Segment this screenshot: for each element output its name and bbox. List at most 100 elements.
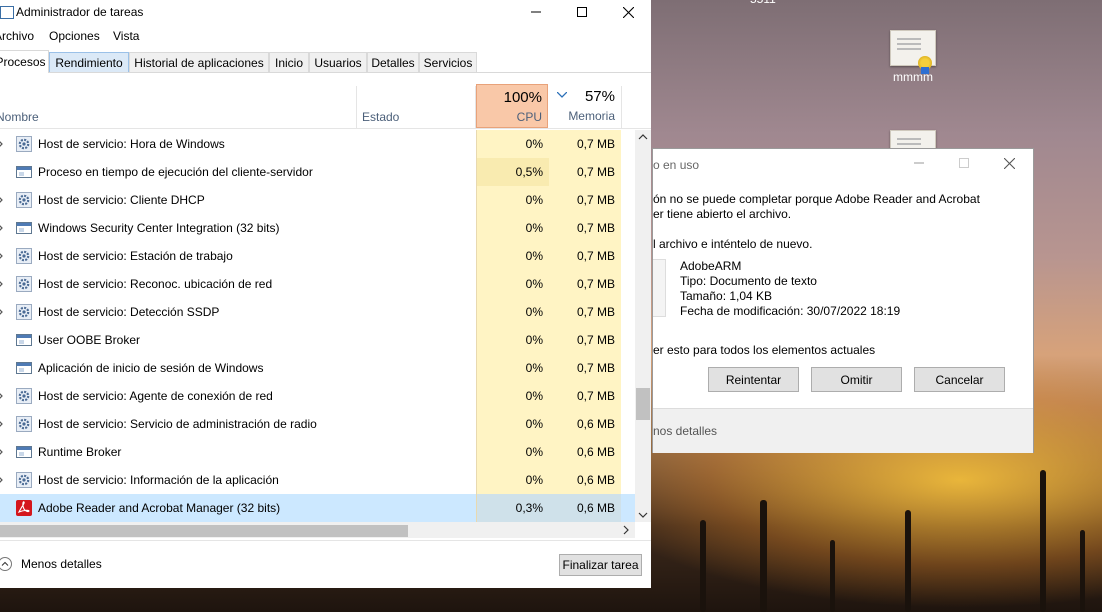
minimize-button[interactable] [513, 0, 559, 24]
scroll-right-icon [623, 525, 629, 535]
menu-archivo[interactable]: Archivo [0, 29, 34, 43]
expand-chevron-icon[interactable] [0, 195, 5, 205]
process-memory: 0,7 MB [576, 193, 615, 207]
less-details-toggle[interactable]: Menos detalles [0, 555, 110, 573]
close-button[interactable] [605, 0, 651, 24]
gear-icon [16, 136, 32, 152]
dialog-maximize-button[interactable] [941, 151, 987, 175]
minimize-icon [914, 162, 924, 164]
dialog-minimize-button[interactable] [896, 151, 942, 175]
process-row[interactable]: Host de servicio: Reconoc. ubicación de … [0, 270, 635, 298]
apply-all-checkbox-label[interactable]: er esto para todos los elementos actuale… [653, 343, 875, 357]
dialog-less-details[interactable]: nos detalles [653, 424, 717, 438]
process-row[interactable]: Host de servicio: Detección SSDP 0% 0,7 MB [0, 298, 635, 326]
process-row[interactable]: Windows Security Center Integration (32 … [0, 214, 635, 242]
process-row[interactable]: User OOBE Broker 0% 0,7 MB [0, 326, 635, 354]
horizontal-scrollbar[interactable] [0, 522, 635, 538]
window-title: Administrador de tareas [16, 5, 144, 19]
cancel-button[interactable]: Cancelar [914, 367, 1005, 392]
process-cpu-cell: 0,5% [476, 158, 549, 186]
expand-chevron-icon[interactable] [0, 419, 5, 429]
process-row[interactable]: Proceso en tiempo de ejecución del clien… [0, 158, 635, 186]
process-cpu: 0% [525, 417, 543, 431]
tab-servicios[interactable]: Servicios [419, 52, 477, 72]
process-name: Host de servicio: Hora de Windows [38, 137, 225, 151]
expand-chevron-icon[interactable] [0, 391, 5, 401]
expand-chevron-icon[interactable] [0, 139, 5, 149]
process-row[interactable]: Host de servicio: Hora de Windows 0% 0,7 M… [0, 130, 635, 158]
process-cpu-cell: 0% [476, 242, 549, 270]
dialog-close-button[interactable] [986, 151, 1032, 175]
process-row[interactable]: Host de servicio: Estación de trabajo 0% 0… [0, 242, 635, 270]
maximize-button[interactable] [559, 0, 605, 24]
skip-button[interactable]: Omitir [811, 367, 902, 392]
maximize-icon [959, 158, 969, 168]
vertical-scroll-thumb[interactable] [636, 388, 650, 420]
retry-button[interactable]: Reintentar [708, 367, 799, 392]
process-cpu: 0% [525, 137, 543, 151]
expand-chevron-icon[interactable] [0, 307, 5, 317]
scroll-down-icon [638, 512, 648, 518]
process-cpu: 0% [525, 249, 543, 263]
tab-strip: Procesos Rendimiento Historial de aplica… [0, 50, 651, 73]
process-memory-cell: 0,6 MB [549, 410, 621, 438]
dialog-instruction: l archivo e inténtelo de nuevo. [653, 237, 813, 251]
tab-inicio[interactable]: Inicio [269, 52, 309, 72]
expand-chevron-icon[interactable] [0, 447, 5, 457]
tab-procesos[interactable]: Procesos [0, 50, 49, 73]
process-cpu-cell: 0% [476, 354, 549, 382]
process-row[interactable]: Host de servicio: Cliente DHCP 0% 0,7 MB [0, 186, 635, 214]
collapse-arrow-icon [0, 557, 12, 571]
process-row[interactable]: Host de servicio: Servicio de administra… [0, 410, 635, 438]
process-cpu-cell: 0% [476, 466, 549, 494]
menu-vista[interactable]: Vista [113, 29, 139, 43]
expand-chevron-icon[interactable] [0, 223, 5, 233]
process-cpu: 0,5% [515, 165, 543, 179]
process-cpu-cell: 0% [476, 270, 549, 298]
column-header-row: Nombre Estado 100% CPU 57% Memoria [0, 84, 651, 129]
dialog-message-line2: er tiene abierto el archivo. [653, 207, 792, 221]
column-memory[interactable]: 57% Memoria [549, 84, 621, 128]
maximize-icon [577, 7, 587, 17]
horizontal-scroll-thumb[interactable] [0, 525, 408, 537]
process-row[interactable]: Host de servicio: Agente de conexión de … [0, 382, 635, 410]
process-row[interactable]: Host de servicio: Información de la apli… [0, 466, 635, 494]
tab-rendimiento[interactable]: Rendimiento [49, 52, 129, 72]
desktop-icon-mmmm[interactable]: mmmm [878, 30, 948, 84]
process-row[interactable]: Aplicación de inicio de sesión de Window… [0, 354, 635, 382]
expand-chevron-icon[interactable] [0, 279, 5, 289]
window-icon [16, 360, 32, 376]
cpu-total-percent: 100% [503, 89, 542, 106]
vertical-scrollbar[interactable] [635, 130, 651, 522]
process-cpu: 0% [525, 473, 543, 487]
process-cpu: 0% [525, 333, 543, 347]
process-memory: 0,7 MB [576, 361, 615, 375]
process-name: Windows Security Center Integration (32 … [38, 221, 280, 235]
expand-chevron-icon[interactable] [0, 475, 5, 485]
process-memory-cell: 0,7 MB [549, 186, 621, 214]
process-cpu: 0% [525, 277, 543, 291]
expand-chevron-icon[interactable] [0, 251, 5, 261]
tab-detalles[interactable]: Detalles [367, 52, 419, 72]
process-row[interactable]: Adobe Reader and Acrobat Manager (32 bit… [0, 494, 635, 522]
process-memory-cell: 0,7 MB [549, 354, 621, 382]
task-manager-window: Administrador de tareas Archivo Opciones… [0, 0, 651, 588]
process-memory-cell: 0,6 MB [549, 466, 621, 494]
dialog-title: o en uso [653, 158, 700, 172]
process-memory-cell: 0,7 MB [549, 214, 621, 242]
tab-historial[interactable]: Historial de aplicaciones [129, 52, 269, 72]
process-name: Proceso en tiempo de ejecución del clien… [38, 165, 313, 179]
process-memory-cell: 0,7 MB [549, 298, 621, 326]
gear-icon [16, 276, 32, 292]
process-memory-cell: 0,7 MB [549, 130, 621, 158]
end-task-button[interactable]: Finalizar tarea [559, 554, 642, 576]
window-icon [16, 164, 32, 180]
process-memory-cell: 0,6 MB [549, 438, 621, 466]
column-status[interactable]: Estado [357, 84, 475, 128]
column-cpu[interactable]: 100% CPU [476, 84, 548, 128]
process-name: Host de servicio: Agente de conexión de … [38, 389, 273, 403]
process-row[interactable]: Runtime Broker 0% 0,6 MB [0, 438, 635, 466]
menu-opciones[interactable]: Opciones [49, 29, 100, 43]
tab-usuarios[interactable]: Usuarios [309, 52, 367, 72]
column-name[interactable]: Nombre [0, 84, 356, 128]
